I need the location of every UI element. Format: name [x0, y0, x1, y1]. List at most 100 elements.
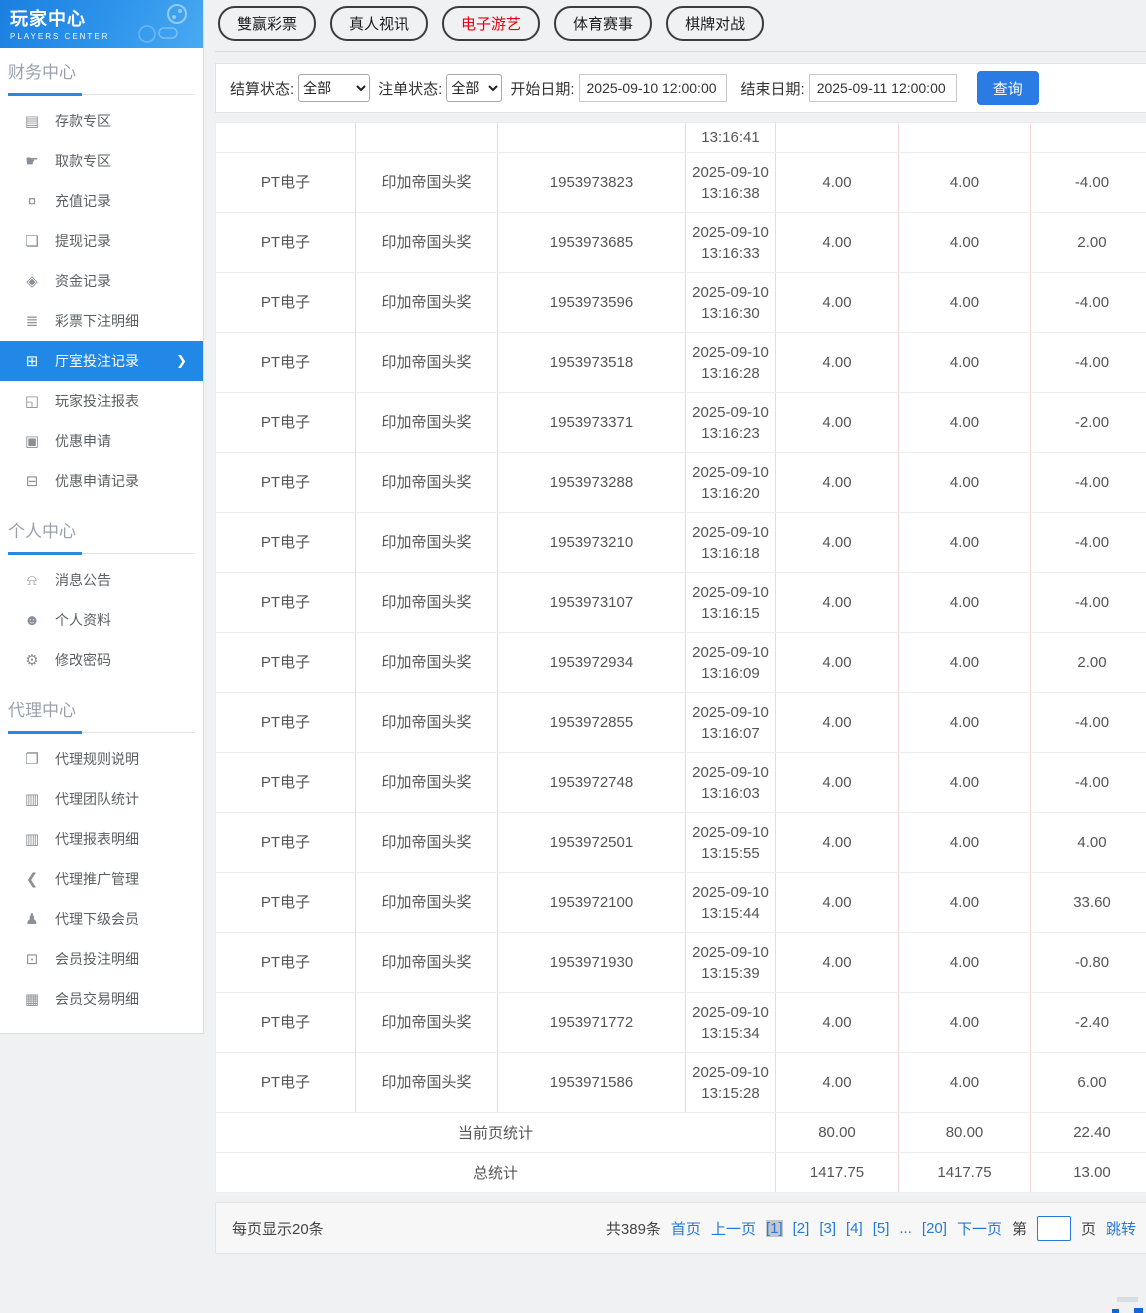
sidebar-item-label: 代理下级会员 [55, 911, 139, 927]
sidebar-item-lottery-bet-detail[interactable]: ≣ 彩票下注明细 [0, 301, 203, 341]
cell-platform: PT电子 [215, 332, 356, 393]
sidebar-item-withdrawal-record[interactable]: ❏ 提现记录 [0, 221, 203, 261]
sidebar-item-withdraw-hand[interactable]: ☛ 取款专区 [0, 141, 203, 181]
tab-2[interactable]: 真人视讯 [330, 6, 429, 41]
cell-game: 印加帝国头奖 [355, 152, 498, 213]
next-page-link[interactable]: 下一页 [957, 1218, 1002, 1239]
prev-page-link[interactable]: 上一页 [711, 1218, 756, 1239]
sidebar-item-funds-record[interactable]: ◈ 资金记录 [0, 261, 203, 301]
promo-apply-record-icon: ⊟ [25, 473, 39, 490]
profile-user-icon: ☻ [24, 611, 40, 629]
cell-game [355, 122, 498, 153]
cell-platform: PT电子 [215, 392, 356, 453]
sidebar-item-promo-apply[interactable]: ▣ 优惠申请 [0, 421, 203, 461]
tab-5[interactable]: 棋牌对战 [666, 6, 765, 41]
cell-win-loss: -4.00 [1030, 452, 1146, 513]
summary-win-loss: 13.00 [1030, 1152, 1146, 1193]
jump-button[interactable]: 跳转 [1106, 1218, 1136, 1239]
sidebar-item-label: 代理推广管理 [55, 871, 139, 887]
floating-widget-blue-right[interactable] [1134, 1308, 1143, 1313]
cell-win-loss: -4.00 [1030, 572, 1146, 633]
sidebar-item-agent-report-detail[interactable]: ▥ 代理报表明细 [0, 819, 203, 859]
tab-1[interactable]: 雙赢彩票 [218, 6, 317, 41]
order-status-select[interactable]: 全部 [446, 74, 503, 102]
message-bell-icon: ⍾ [27, 571, 37, 589]
cell-game: 印加帝国头奖 [355, 452, 498, 513]
cell-game: 印加帝国头奖 [355, 752, 498, 813]
sidebar-item-label: 彩票下注明细 [55, 313, 139, 329]
sidebar-item-player-bet-report[interactable]: ◱ 玩家投注报表 [0, 381, 203, 421]
cell-platform: PT电子 [215, 992, 356, 1053]
cell-win-loss: -4.00 [1030, 332, 1146, 393]
sidebar-item-deposit-card[interactable]: ▤ 存款专区 [0, 101, 203, 141]
sidebar-item-label: 优惠申请 [55, 433, 111, 449]
sidebar-item-label: 会员投注明细 [55, 951, 139, 967]
page-link-current[interactable]: [1] [765, 1219, 783, 1237]
cell-game: 印加帝国头奖 [355, 332, 498, 393]
end-date-label: 结束日期: [740, 80, 805, 98]
cell-platform: PT电子 [215, 452, 356, 513]
cell-order-no: 1953972855 [497, 692, 686, 753]
cell-win-loss: -4.00 [1030, 752, 1146, 813]
page-link[interactable]: [3] [819, 1220, 836, 1237]
summary-bet: 80.00 [775, 1112, 899, 1153]
withdraw-hand-icon: ☛ [25, 153, 39, 170]
cell-platform: PT电子 [215, 512, 356, 573]
table-row: PT电子 印加帝国头奖 1953971772 2025-09-10 13:15:34 4.… [215, 992, 1146, 1053]
cell-game: 印加帝国头奖 [355, 1052, 498, 1113]
sidebar-item-member-trade-detail[interactable]: ▦ 会员交易明细 [0, 979, 203, 1019]
sidebar-item-member-bet-detail[interactable]: ⊡ 会员投注明细 [0, 939, 203, 979]
floating-widget-partial[interactable] [1117, 1297, 1138, 1302]
sidebar-item-password-gear[interactable]: ⚙ 修改密码 [0, 640, 203, 680]
cell-platform: PT电子 [215, 752, 356, 813]
cell-order-no: 1953971772 [497, 992, 686, 1053]
sidebar-item-recharge-record[interactable]: ¤ 充值记录 [0, 181, 203, 221]
first-page-link[interactable]: 首页 [671, 1218, 701, 1239]
settle-status-select[interactable]: 全部 [298, 74, 371, 102]
sidebar-item-message-bell[interactable]: ⍾ 消息公告 [0, 560, 203, 600]
jump-page-input[interactable] [1036, 1215, 1071, 1241]
search-button[interactable]: 查询 [976, 71, 1039, 105]
cell-order-no: 1953973518 [497, 332, 686, 393]
cell-order-no: 1953973210 [497, 512, 686, 573]
tab-4[interactable]: 体育赛事 [554, 6, 653, 41]
sidebar-item-promo-apply-record[interactable]: ⊟ 优惠申请记录 [0, 461, 203, 501]
start-date-input[interactable] [578, 74, 727, 102]
cell-bet-amount: 4.00 [775, 752, 899, 813]
sidebar-item-label: 玩家投注报表 [55, 393, 139, 409]
cell-bet-time: 2025-09-10 13:16:07 [685, 692, 776, 753]
page-link[interactable]: [2] [793, 1220, 810, 1237]
recharge-record-icon: ¤ [27, 192, 37, 210]
page-link[interactable]: [4] [846, 1220, 863, 1237]
sidebar-item-profile-user[interactable]: ☻ 个人资料 [0, 600, 203, 640]
cell-valid-amount: 4.00 [898, 632, 1031, 693]
end-date-input[interactable] [808, 74, 957, 102]
cell-order-no: 1953973823 [497, 152, 686, 213]
cell-win-loss: -4.00 [1030, 272, 1146, 333]
sidebar-item-agent-promo-share[interactable]: ❮ 代理推广管理 [0, 859, 203, 899]
agent-sub-members-icon: ♟ [25, 911, 39, 928]
cell-game: 印加帝国头奖 [355, 272, 498, 333]
table-row: PT电子 印加帝国头奖 1953973596 2025-09-10 13:16:30 4.… [215, 272, 1146, 333]
cell-bet-amount: 4.00 [775, 872, 899, 933]
sidebar-item-agent-sub-members[interactable]: ♟ 代理下级会员 [0, 899, 203, 939]
sidebar-item-label: 提现记录 [55, 233, 111, 249]
sidebar-item-agent-team-stats[interactable]: ▥ 代理团队统计 [0, 779, 203, 819]
sidebar-item-label: 修改密码 [55, 652, 111, 668]
page-link[interactable]: [5] [873, 1220, 890, 1237]
bet-records-table-wrap: 13:16:41 PT电子 印加帝国头奖 1953973823 2025-09-10 13… [215, 122, 1146, 1193]
page-link[interactable]: [20] [922, 1220, 947, 1237]
start-date-label: 开始日期: [510, 80, 575, 98]
tab-3[interactable]: 电子游艺 [442, 6, 541, 41]
sidebar-item-agent-rules-doc[interactable]: ❐ 代理规则说明 [0, 739, 203, 779]
sidebar-item-hall-bet-record[interactable]: ⊞ 厅室投注记录 ❯ [0, 341, 203, 381]
page-number-links: [1] [2] [3] [4] [5]... [20] [765, 1219, 947, 1237]
cell-order-no: 1953971930 [497, 932, 686, 993]
sidebar-item-label: 资金记录 [55, 273, 111, 289]
sidebar-item-label: 优惠申请记录 [55, 473, 139, 489]
cell-valid-amount: 4.00 [898, 512, 1031, 573]
floating-widget-blue-left[interactable] [1112, 1309, 1119, 1313]
main-content: 雙赢彩票 真人视讯 电子游艺 体育赛事 棋牌对战 结算状态: 全部 注单状态: 全部 开… [215, 0, 1146, 1254]
table-row: PT电子 印加帝国头奖 1953972748 2025-09-10 13:16:03 4.… [215, 752, 1146, 813]
summary-win-loss: 22.40 [1030, 1112, 1146, 1153]
